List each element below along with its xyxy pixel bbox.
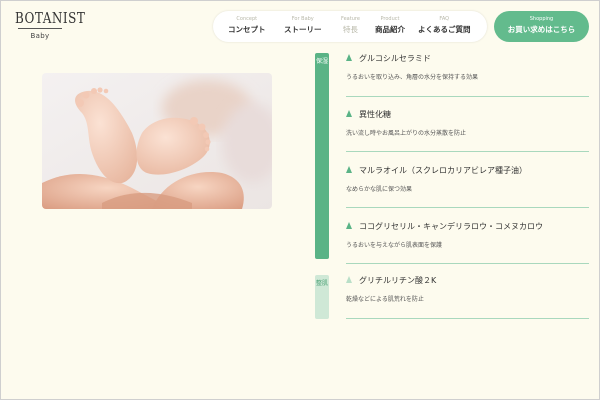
nav-item-jp-label: よくあるご質問: [418, 25, 471, 34]
ingredient-description: 洗い流し時やお風呂上がりの水分蒸散を防止: [346, 130, 467, 137]
nav-item-en-label: For Baby: [291, 16, 314, 22]
logo-wordmark: BOTANIST: [15, 9, 86, 27]
ingredient-item: ココグリセリル・キャンデリラロウ・コメヌカロウ うるおいを与えながら肌表面を保護: [346, 221, 589, 264]
nav-item-feature[interactable]: Feature 特長: [341, 16, 360, 36]
nav-item-en-label: Product: [380, 16, 400, 22]
ingredient-name: マルラオイル（スクレロカリアビレア種子油）: [359, 166, 527, 175]
triangle-bullet-icon: [346, 110, 352, 117]
triangle-bullet-icon: [346, 54, 352, 61]
category-skin-label: 整肌: [315, 280, 328, 287]
triangle-bullet-icon: [346, 276, 352, 283]
ingredient-item: グルコシルセラミド うるおいを取り込み、角層の水分を保持する効果: [346, 53, 589, 97]
ingredient-name: グルコシルセラミド: [359, 54, 431, 63]
ingredient-description: うるおいを取り込み、角層の水分を保持する効果: [346, 74, 479, 81]
triangle-bullet-icon: [346, 222, 352, 229]
ingredient-description: なめらかな肌に保つ効果: [346, 186, 413, 193]
nav-item-jp-label: ストーリー: [284, 25, 322, 34]
ingredient-name-row: ココグリセリル・キャンデリラロウ・コメヌカロウ: [346, 221, 589, 233]
logo-subtitle: Baby: [30, 32, 50, 40]
ingredient-item: 異性化糖 洗い流し時やお風呂上がりの水分蒸散を防止: [346, 109, 589, 152]
nav-item-en-label: FAQ: [439, 16, 450, 22]
nav-item-story[interactable]: For Baby ストーリー: [284, 16, 322, 36]
nav-item-faq[interactable]: FAQ よくあるご質問: [418, 16, 471, 36]
ingredient-name: 異性化糖: [359, 110, 391, 119]
page-frame: BOTANIST Baby Concept コンセプト For Baby ストー…: [0, 0, 600, 400]
nav-item-en-label: Feature: [341, 16, 360, 22]
ingredient-name-row: グルコシルセラミド: [346, 53, 589, 65]
ingredient-description: うるおいを与えながら肌表面を保護: [346, 242, 443, 249]
shopping-button[interactable]: Shopping お買い求めはこちら: [494, 11, 589, 42]
botanist-baby-logo[interactable]: BOTANIST Baby: [15, 9, 86, 40]
nav-item-jp-label: 商品紹介: [375, 25, 405, 34]
ingredient-item: グリチルリチン酸２K 乾燥などによる肌荒れを防止: [346, 275, 589, 319]
logo-divider: [18, 28, 62, 29]
shopping-button-en-label: Shopping: [529, 16, 554, 22]
nav-item-en-label: Concept: [236, 16, 258, 22]
baby-feet-illustration: [42, 73, 272, 209]
ingredient-name-row: グリチルリチン酸２K: [346, 275, 589, 287]
nav-item-jp-label: 特長: [342, 25, 358, 34]
ingredient-name: グリチルリチン酸２K: [359, 276, 437, 285]
ingredient-item: マルラオイル（スクレロカリアビレア種子油） なめらかな肌に保つ効果: [346, 165, 589, 208]
category-moisture-label: 保湿: [315, 58, 328, 65]
ingredient-name-row: 異性化糖: [346, 109, 589, 121]
triangle-bullet-icon: [346, 166, 352, 173]
main-nav: Concept コンセプト For Baby ストーリー Feature 特長 …: [213, 11, 487, 42]
nav-item-product[interactable]: Product 商品紹介: [375, 16, 405, 36]
category-moisture-tag: 保湿: [315, 53, 329, 259]
ingredient-description: 乾燥などによる肌荒れを防止: [346, 296, 424, 303]
ingredient-name: ココグリセリル・キャンデリラロウ・コメヌカロウ: [359, 222, 543, 231]
nav-item-jp-label: コンセプト: [228, 25, 266, 34]
ingredient-name-row: マルラオイル（スクレロカリアビレア種子油）: [346, 165, 589, 177]
baby-feet-photo: [42, 73, 272, 209]
category-skin-tag: 整肌: [315, 275, 329, 319]
nav-item-concept[interactable]: Concept コンセプト: [228, 16, 266, 36]
shopping-button-jp-label: お買い求めはこちら: [507, 25, 576, 34]
